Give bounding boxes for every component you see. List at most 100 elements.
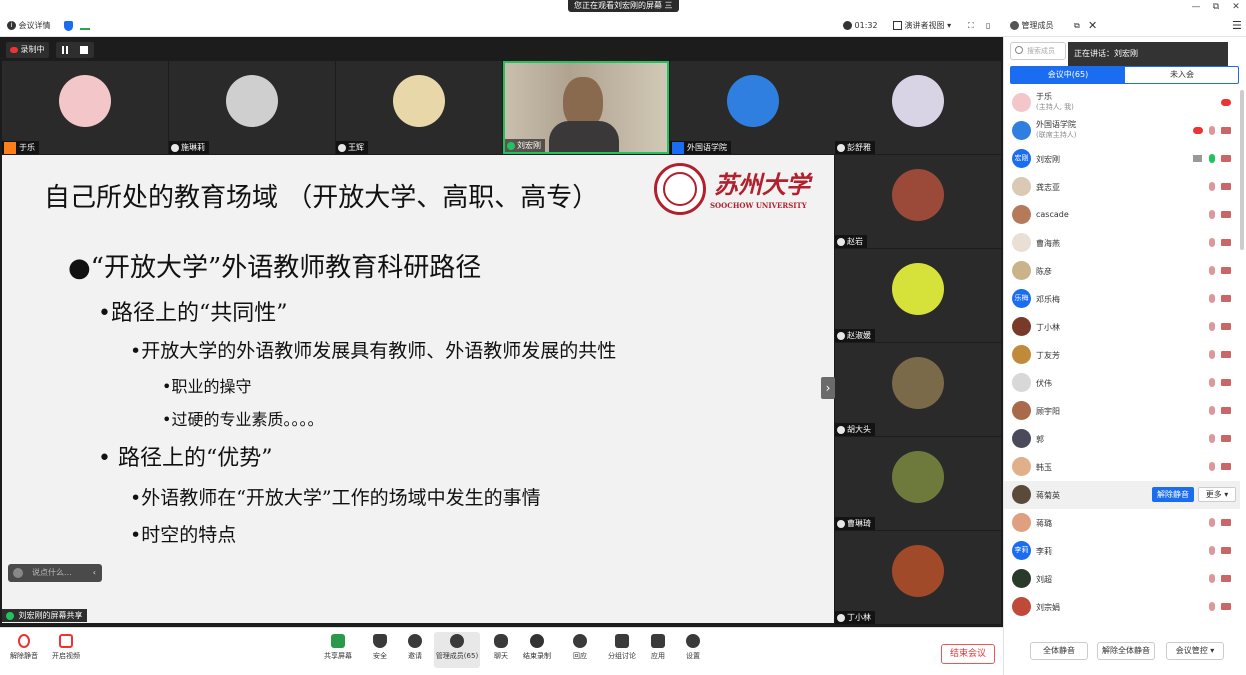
mic-muted-icon[interactable] — [1209, 546, 1215, 555]
video-tile[interactable]: 施琳莉 — [169, 61, 335, 154]
participant-row[interactable]: 李莉 李莉 — [1004, 537, 1240, 565]
mic-muted-icon[interactable] — [1209, 406, 1215, 415]
camera-off-icon[interactable] — [1221, 183, 1231, 190]
participant-row[interactable]: 顾宇阳 — [1004, 397, 1240, 425]
stop-recording-button[interactable]: 结束录制 — [515, 634, 559, 661]
close-panel-button[interactable]: ✕ — [1088, 14, 1097, 37]
tab-not-joined[interactable]: 未入会 — [1125, 67, 1239, 83]
participant-row[interactable]: 龚志亚 — [1004, 173, 1240, 201]
stop-icon[interactable] — [80, 46, 88, 54]
scrollbar[interactable] — [1240, 90, 1244, 250]
mic-muted-icon[interactable] — [1209, 350, 1215, 359]
minimize-button[interactable]: — — [1186, 0, 1206, 14]
camera-off-icon[interactable] — [1221, 239, 1231, 246]
camera-off-icon[interactable] — [1221, 267, 1231, 274]
fullscreen-button[interactable]: ⛶ — [968, 14, 974, 37]
mic-muted-icon[interactable] — [1209, 518, 1215, 527]
share-screen-button[interactable]: 共享屏幕 — [316, 634, 360, 661]
invite-button[interactable]: 邀请 — [393, 634, 437, 661]
pause-icon[interactable] — [62, 46, 68, 54]
camera-off-icon[interactable] — [1221, 463, 1231, 470]
share-banner[interactable]: 您正在观看刘宏刚的屏幕 三 — [568, 0, 679, 12]
video-tile[interactable]: 于乐 — [2, 61, 168, 154]
meeting-control-button[interactable]: 会议管控 ▾ — [1166, 642, 1224, 660]
participant-row[interactable]: 曹海燕 — [1004, 229, 1240, 257]
video-tile-active-speaker[interactable]: 刘宏刚 — [503, 61, 669, 154]
video-tile[interactable]: 王辉 — [336, 61, 502, 154]
tab-in-meeting[interactable]: 会议中(65) — [1011, 67, 1125, 83]
chat-input[interactable]: 说点什么... ‹ — [8, 564, 102, 582]
end-meeting-button[interactable]: 结束会议 — [941, 644, 995, 664]
camera-off-icon[interactable] — [1221, 435, 1231, 442]
video-tile[interactable]: 赵淑媛 — [835, 249, 1001, 342]
participant-row[interactable]: 陈彦 — [1004, 257, 1240, 285]
menu-icon[interactable]: ☰ — [1232, 14, 1242, 37]
participant-row[interactable]: 于乐 (主持人, 我) — [1004, 89, 1240, 117]
camera-off-icon[interactable] — [1221, 407, 1231, 414]
manage-members-tab[interactable]: 管理成员 — [1010, 14, 1054, 37]
more-options-button[interactable]: 更多 ▾ — [1198, 487, 1236, 502]
start-video-button[interactable]: 开启视频 — [44, 634, 88, 661]
manage-members-button[interactable]: 管理成员(65) — [434, 632, 480, 668]
share-banner-menu[interactable]: 三 — [665, 1, 673, 10]
participant-row[interactable]: 伏伟 — [1004, 369, 1240, 397]
camera-off-icon[interactable] — [1221, 127, 1231, 134]
camera-off-icon[interactable] — [1221, 323, 1231, 330]
camera-off-icon[interactable] — [1221, 519, 1231, 526]
participant-row[interactable]: cascade — [1004, 201, 1240, 229]
video-tile[interactable]: 赵岩 — [835, 155, 1001, 248]
mic-muted-icon[interactable] — [1209, 574, 1215, 583]
sidebar-toggle-button[interactable]: ▯ — [986, 14, 990, 37]
mic-muted-icon[interactable] — [1209, 182, 1215, 191]
mic-muted-icon[interactable] — [1209, 322, 1215, 331]
emoji-icon[interactable] — [13, 568, 23, 578]
mic-active-icon[interactable] — [1209, 154, 1215, 163]
camera-off-icon[interactable] — [1221, 379, 1231, 386]
mic-muted-icon[interactable] — [1209, 126, 1215, 135]
mic-muted-icon[interactable] — [1209, 266, 1215, 275]
mic-muted-icon[interactable] — [1209, 238, 1215, 247]
meeting-info-button[interactable]: i 会议详情 — [7, 14, 51, 37]
video-tile[interactable]: 丁小林 — [835, 531, 1001, 624]
participant-row[interactable]: 韩玉 — [1004, 453, 1240, 481]
video-tile[interactable]: 外国语学院 — [670, 61, 836, 154]
participant-row[interactable]: 刘超 — [1004, 565, 1240, 593]
participant-row[interactable]: 郭 — [1004, 425, 1240, 453]
camera-off-icon[interactable] — [1221, 575, 1231, 582]
participant-row[interactable]: 宏刚 刘宏刚 — [1004, 145, 1240, 173]
participant-row[interactable]: 乐梅 邓乐梅 — [1004, 285, 1240, 313]
restore-button[interactable]: ⧉ — [1206, 0, 1226, 14]
participant-row[interactable]: 蒋璐 — [1004, 509, 1240, 537]
camera-off-icon[interactable] — [1221, 547, 1231, 554]
camera-off-icon[interactable] — [1221, 155, 1231, 162]
video-tile[interactable]: 曹琳琦 — [835, 437, 1001, 530]
unmute-button[interactable]: 解除静音 — [2, 634, 46, 661]
camera-off-icon[interactable] — [1221, 295, 1231, 302]
camera-off-icon[interactable] — [1221, 351, 1231, 358]
network-status[interactable] — [80, 14, 90, 37]
view-mode-button[interactable]: 演讲者视图 ▾ — [893, 14, 951, 37]
mic-muted-icon[interactable] — [1209, 210, 1215, 219]
participant-row[interactable]: 外国语学院 (联席主持人) — [1004, 117, 1240, 145]
video-tile[interactable]: 彭舒雅 — [835, 61, 1001, 154]
camera-off-icon[interactable] — [1221, 211, 1231, 218]
mic-muted-icon[interactable] — [1209, 378, 1215, 387]
mic-muted-icon[interactable] — [1209, 294, 1215, 303]
video-tile[interactable]: 胡大头 — [835, 343, 1001, 436]
participant-row[interactable]: 丁友芳 — [1004, 341, 1240, 369]
unmute-all-button[interactable]: 解除全体静音 — [1097, 642, 1155, 660]
close-window-button[interactable]: ✕ — [1226, 0, 1246, 14]
collapse-chat-icon[interactable]: ‹ — [93, 564, 96, 582]
mic-muted-icon[interactable] — [1209, 434, 1215, 443]
reaction-button[interactable]: 回应 — [558, 634, 602, 661]
participant-row[interactable]: 刘宗娟 — [1004, 593, 1240, 621]
popout-icon[interactable]: ⧉ — [1074, 14, 1080, 37]
mic-muted-icon[interactable] — [1209, 602, 1215, 611]
unmute-participant-button[interactable]: 解除静音 — [1152, 487, 1194, 502]
participant-row[interactable]: 蒋菊英 解除静音 更多 ▾ — [1004, 481, 1240, 509]
settings-button[interactable]: 设置 — [671, 634, 715, 661]
participant-row[interactable]: 丁小林 — [1004, 313, 1240, 341]
mute-all-button[interactable]: 全体静音 — [1030, 642, 1088, 660]
mic-muted-icon[interactable] — [1209, 462, 1215, 471]
next-page-button[interactable]: › — [821, 377, 835, 399]
